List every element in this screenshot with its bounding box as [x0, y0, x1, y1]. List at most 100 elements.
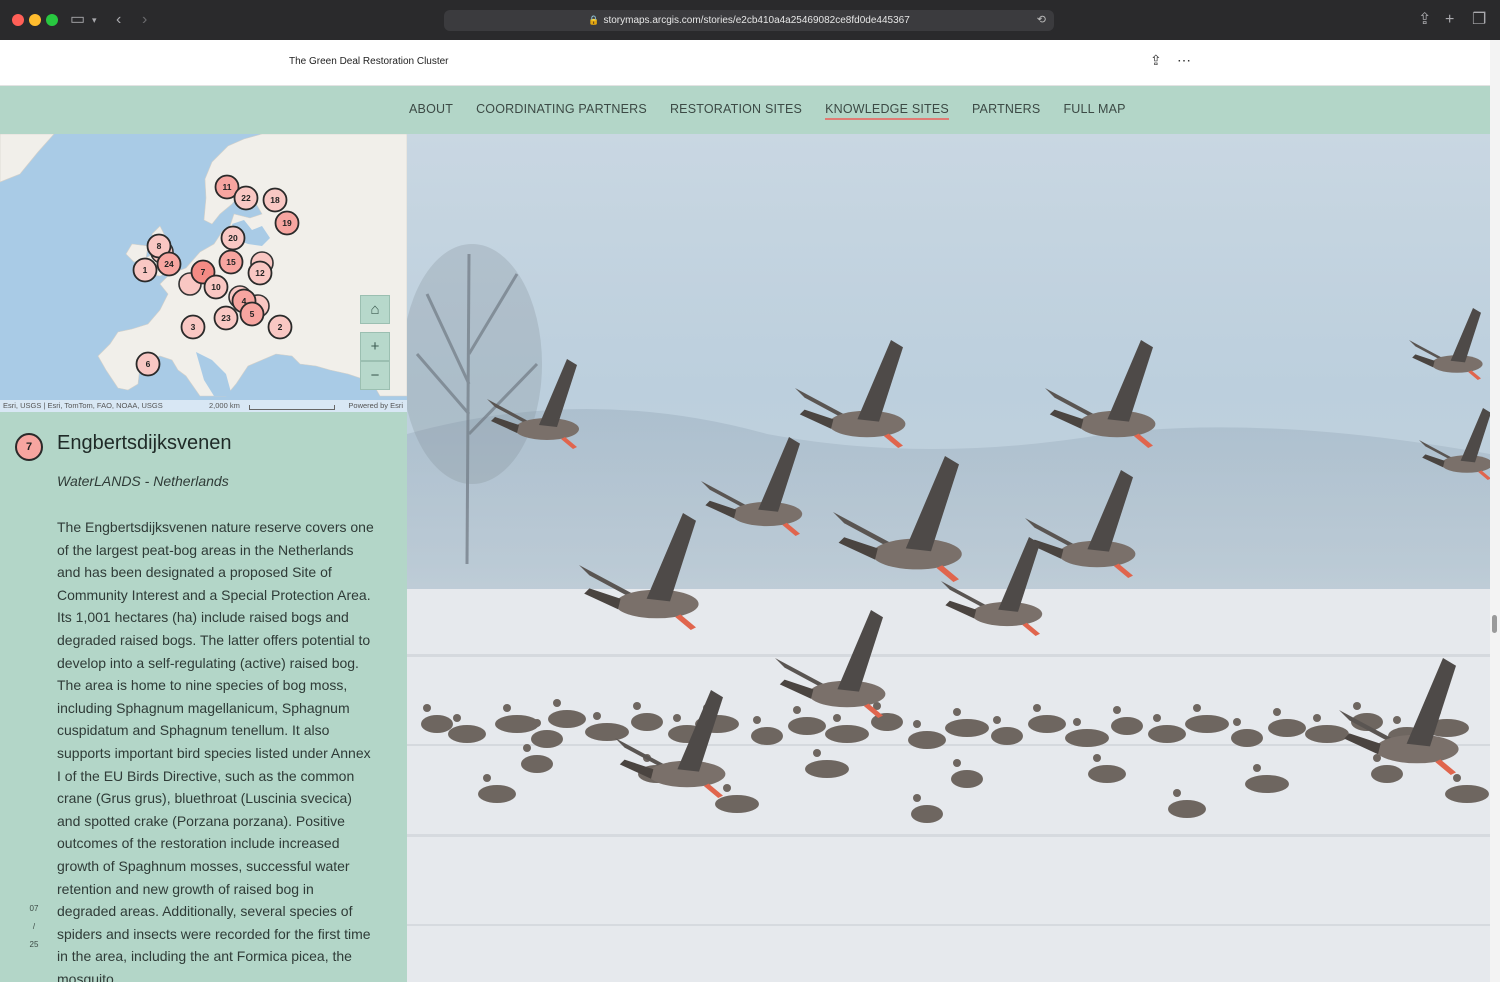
minimize-window-button[interactable]	[29, 14, 41, 26]
photo-illustration	[407, 244, 1490, 982]
page-total: 25	[29, 940, 39, 949]
goose-shape	[531, 730, 563, 748]
map-marker-label: 2	[278, 322, 283, 332]
share-icon[interactable]: ⇪	[1150, 52, 1162, 69]
goose-head-shape	[1453, 774, 1461, 782]
map-marker-1[interactable]: 1	[132, 257, 158, 283]
goose-shape	[945, 719, 989, 737]
story-side-panel[interactable]: 7 Engbertsdijksvenen WaterLANDS - Nether…	[0, 412, 407, 982]
page-current: 07	[29, 904, 39, 913]
map-marker-10[interactable]: 10	[203, 274, 229, 300]
nav-item-restoration-sites[interactable]: RESTORATION SITES	[670, 102, 802, 120]
map-marker-label: 7	[201, 267, 206, 277]
goose-shape	[1245, 775, 1289, 793]
share-icon[interactable]: ⇪	[1418, 10, 1431, 30]
map-marker-label: 10	[211, 282, 221, 292]
map-marker-18[interactable]: 18	[262, 187, 288, 213]
goose-head-shape	[1193, 704, 1201, 712]
map-marker-12[interactable]: 12	[247, 260, 273, 286]
goose-shape	[908, 731, 946, 749]
goose-head-shape	[723, 784, 731, 792]
goose-head-shape	[1153, 714, 1161, 722]
back-icon[interactable]: ‹	[116, 10, 121, 30]
map-attribution-sources: Esri, USGS | Esri, TomTom, FAO, NOAA, US…	[3, 401, 163, 410]
goose-head-shape	[913, 794, 921, 802]
goose-head-shape	[1393, 716, 1401, 724]
nav-list: ABOUT COORDINATING PARTNERS RESTORATION SI…	[409, 102, 1126, 120]
tab-overview-icon[interactable]: ❐	[1472, 10, 1486, 30]
home-button[interactable]: ⌂	[360, 295, 390, 324]
zoom-window-button[interactable]	[46, 14, 58, 26]
close-window-button[interactable]	[12, 14, 24, 26]
nav-item-coordinating-partners[interactable]: COORDINATING PARTNERS	[476, 102, 647, 120]
map-marker-label: 8	[157, 241, 162, 251]
translate-reload-icon[interactable]: ⟲	[1037, 10, 1046, 31]
lock-icon: 🔒	[588, 15, 600, 25]
goose-head-shape	[483, 774, 491, 782]
goose-head-shape	[1273, 708, 1281, 716]
url-text: storymaps.arcgis.com/stories/e2cb410a4a2…	[603, 15, 910, 26]
nav-item-about[interactable]: ABOUT	[409, 102, 453, 120]
goose-shape	[1148, 725, 1186, 743]
forward-icon[interactable]: ›	[142, 10, 147, 30]
map-attribution: Esri, USGS | Esri, TomTom, FAO, NOAA, US…	[0, 400, 407, 412]
map-marker-22[interactable]: 22	[233, 185, 259, 211]
goose-shape	[421, 715, 453, 733]
goose-shape	[1305, 725, 1349, 743]
goose-head-shape	[423, 704, 431, 712]
map-marker-label: 18	[270, 195, 280, 205]
map-marker-3[interactable]: 3	[180, 314, 206, 340]
nav-item-full-map[interactable]: FULL MAP	[1063, 102, 1125, 120]
map-marker-label: 23	[221, 313, 231, 323]
map-marker-24[interactable]: 24	[156, 251, 182, 277]
site-description: The Engbertsdijksvenen nature reserve co…	[57, 519, 374, 982]
map-marker-15[interactable]: 15	[218, 249, 244, 275]
zoom-out-button[interactable]: −	[360, 361, 390, 390]
goose-head-shape	[633, 702, 641, 710]
more-options-icon[interactable]: ⋯	[1177, 52, 1191, 69]
page-scrollbar[interactable]	[1490, 40, 1500, 982]
map-view[interactable]: 11 22 18 19 20 8 24 1 7 15 12 10 4 3 23 5 2 6 ⌂ + − Esri,…	[0, 134, 407, 412]
page-scrollbar-thumb[interactable]	[1492, 615, 1497, 633]
goose-head-shape	[833, 714, 841, 722]
map-marker-label: 11	[223, 182, 232, 192]
site-number-badge: 7	[15, 433, 43, 461]
site-title: The Green Deal Restoration Cluster	[289, 56, 449, 67]
zoom-in-button[interactable]: +	[360, 332, 390, 361]
goose-head-shape	[1313, 714, 1321, 722]
goose-head-shape	[1093, 754, 1101, 762]
goose-shape	[951, 770, 983, 788]
map-marker-5[interactable]: 5	[239, 301, 265, 327]
goose-shape	[1111, 717, 1143, 735]
goose-head-shape	[673, 714, 681, 722]
map-marker-2[interactable]: 2	[267, 314, 293, 340]
map-canvas[interactable]: 1122 1819208241 71512104323 526	[0, 134, 407, 412]
page-counter: 07 / 25	[26, 900, 42, 954]
map-marker-20[interactable]: 20	[220, 225, 246, 251]
address-bar[interactable]: 🔒 storymaps.arcgis.com/stories/e2cb410a4a…	[444, 10, 1054, 31]
nav-item-partners[interactable]: PARTNERS	[972, 102, 1041, 120]
goose-shape	[1065, 729, 1109, 747]
sidebar-toggle-icon[interactable]: ▭	[70, 10, 85, 30]
goose-head-shape	[553, 699, 561, 707]
new-tab-icon[interactable]: +	[1445, 10, 1454, 30]
map-marker-6[interactable]: 6	[135, 351, 161, 377]
site-name-heading: Engbertsdijksvenen	[57, 432, 232, 454]
goose-shape	[715, 795, 759, 813]
goose-head-shape	[453, 714, 461, 722]
chevron-down-icon[interactable]: ▾	[92, 10, 97, 30]
browser-toolbar: ▭ ▾ ‹ › 🔒 storymaps.arcgis.com/stories/e2…	[0, 0, 1500, 41]
goose-shape	[1371, 765, 1403, 783]
powered-by-esri[interactable]: Powered by Esri	[348, 400, 403, 412]
goose-shape	[585, 723, 629, 741]
goose-shape	[1088, 765, 1126, 783]
nav-item-knowledge-sites[interactable]: KNOWLEDGE SITES	[825, 102, 949, 120]
goose-head-shape	[793, 706, 801, 714]
goose-shape	[1028, 715, 1066, 733]
goose-head-shape	[503, 704, 511, 712]
goose-head-shape	[953, 708, 961, 716]
map-marker-label: 5	[250, 309, 255, 319]
map-marker-23[interactable]: 23	[213, 305, 239, 331]
map-marker-19[interactable]: 19	[274, 210, 300, 236]
goose-shape	[825, 725, 869, 743]
